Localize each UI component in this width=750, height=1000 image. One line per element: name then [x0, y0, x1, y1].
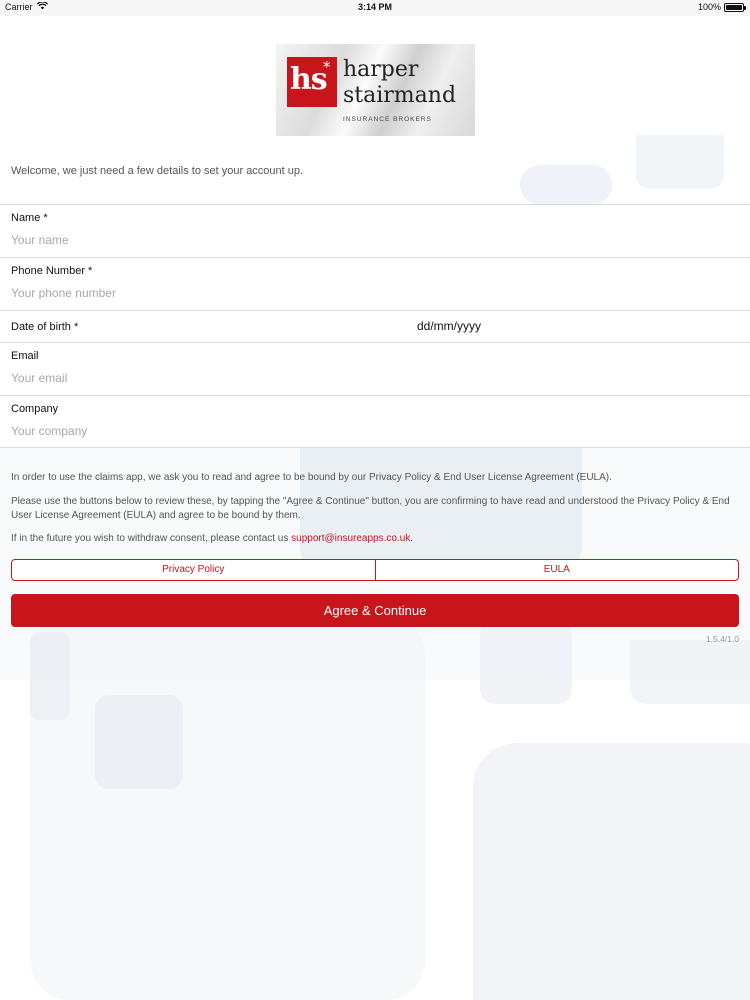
background-shape [30, 632, 70, 720]
email-row: Email [0, 342, 750, 395]
background-shape [636, 135, 724, 189]
background-shape [30, 615, 425, 1000]
agree-continue-button[interactable]: Agree & Continue [11, 594, 739, 627]
status-bar: Carrier 3:14 PM 100% [0, 0, 750, 16]
battery-icon [724, 2, 746, 12]
email-label: Email [11, 350, 39, 362]
consent-contact-text: If in the future you wish to withdraw co… [11, 533, 292, 544]
logo-word-stairmand: stairmand [343, 83, 457, 108]
battery-percent: 100% [697, 2, 721, 12]
status-time: 3:14 PM [357, 2, 392, 12]
background-shape [95, 695, 183, 789]
company-logo: hs * harper stairmand INSURANCE BROKERS [276, 44, 475, 136]
phone-input[interactable] [11, 286, 731, 300]
version-label: 1.5.4/1.0 [705, 634, 739, 644]
consent-paragraph-2: Please use the buttons below to review t… [11, 496, 730, 521]
dob-row[interactable]: Date of birth * dd/mm/yyyy [0, 310, 750, 342]
background-shape [520, 165, 612, 205]
company-label: Company [11, 403, 59, 415]
background-shape [480, 620, 572, 704]
registration-screen: Carrier 3:14 PM 100% hs * harper stairma… [0, 0, 750, 1000]
phone-row: Phone Number * [0, 257, 750, 310]
logo-subtitle: INSURANCE BROKERS [343, 116, 432, 123]
logo-mark-text: hs [290, 62, 328, 97]
support-email-link[interactable]: support@insureapps.co.uk [291, 533, 410, 544]
consent-period: . [410, 533, 414, 544]
dob-picker[interactable]: dd/mm/yyyy [417, 319, 481, 333]
consent-text: In order to use the claims app, we ask y… [11, 471, 741, 556]
background-shape [473, 743, 750, 1000]
privacy-policy-button[interactable]: Privacy Policy [12, 560, 375, 580]
phone-label: Phone Number * [11, 265, 93, 277]
logo-star: * [323, 58, 331, 76]
email-input[interactable] [11, 371, 731, 385]
name-row: Name * [0, 204, 750, 257]
logo-mark: hs * [287, 57, 337, 107]
background-shape [630, 640, 750, 704]
company-input[interactable] [11, 424, 731, 438]
dob-label: Date of birth * [11, 321, 79, 333]
battery-fill [726, 4, 742, 10]
consent-paragraph-1: In order to use the claims app, we ask y… [11, 472, 612, 483]
logo-word-harper: harper [343, 57, 419, 82]
welcome-text: Welcome, we just need a few details to s… [11, 165, 304, 177]
name-input[interactable] [11, 233, 731, 247]
status-right: 100% [697, 2, 746, 12]
account-form: Name * Phone Number * Date of birth * dd… [0, 204, 750, 448]
company-row: Company [0, 395, 750, 448]
name-label: Name * [11, 212, 48, 224]
consent-paragraph-3: If in the future you wish to withdraw co… [11, 532, 741, 546]
policy-segmented-control: Privacy Policy EULA [11, 559, 739, 581]
eula-button[interactable]: EULA [374, 560, 739, 580]
